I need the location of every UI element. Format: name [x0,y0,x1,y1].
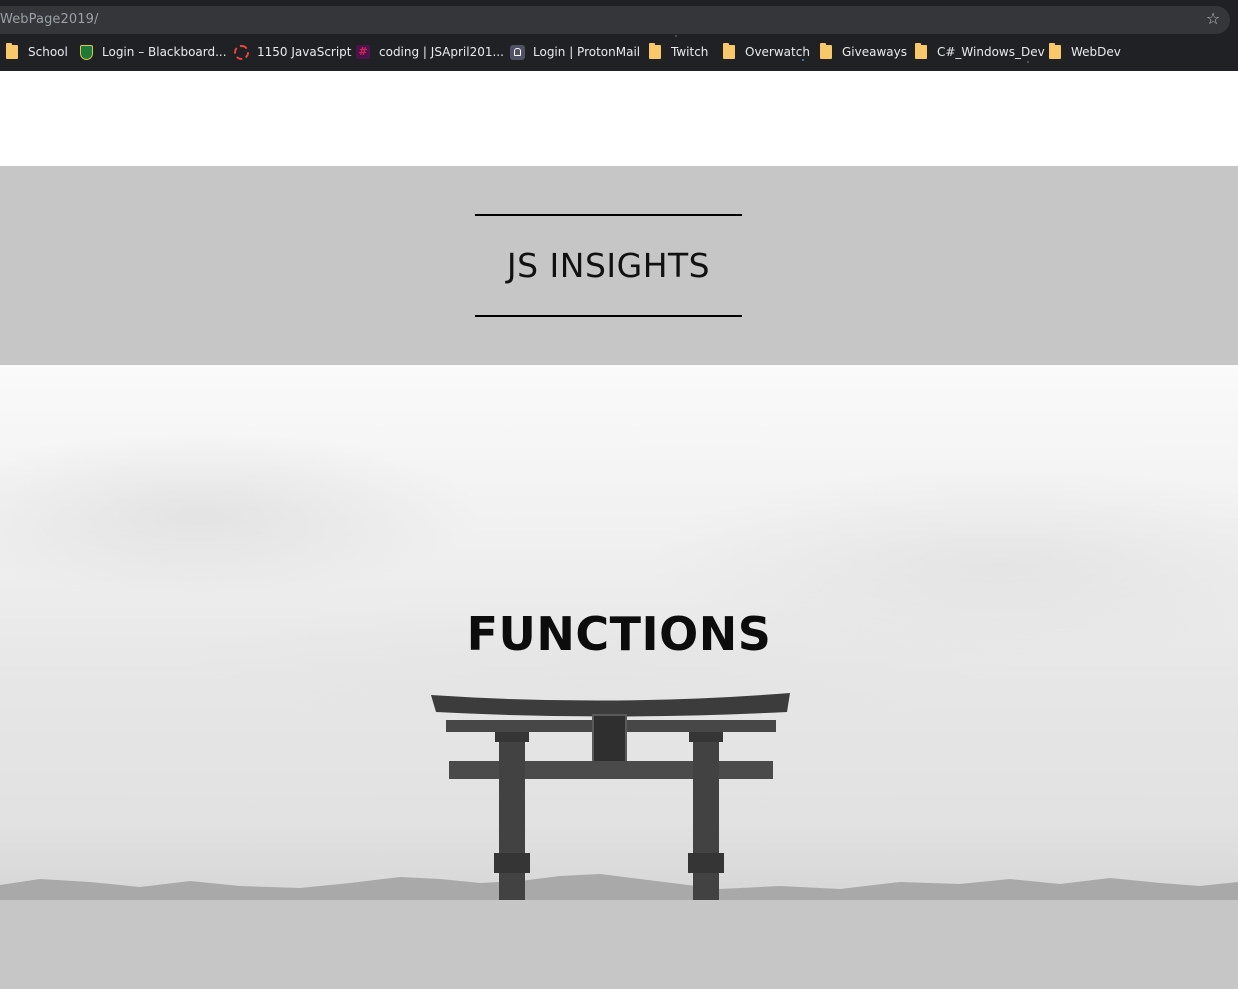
protonmail-lock-icon [509,44,525,60]
torii-lower-beam [449,761,773,779]
bookmark-protonmail[interactable]: Login | ProtonMail [509,40,640,64]
hero-title: FUNCTIONS [466,607,772,661]
mountain-silhouette [0,874,1238,900]
browser-chrome: WebPage2019/ ☆ School Login – Blackboard… [0,0,1238,71]
bookmark-school[interactable]: School [4,40,68,64]
bookmark-label: 1150 JavaScript [257,45,352,59]
folder-icon [647,43,663,60]
folder-icon [818,43,834,60]
bookmark-webdev[interactable]: WebDev [1047,40,1121,64]
bookmark-label: C#_Windows_Dev [937,45,1045,59]
section-band [0,900,1238,989]
blackboard-shield-icon [78,44,94,60]
bookmark-label: Login | ProtonMail [533,45,641,59]
bookmark-giveaways[interactable]: Giveaways [818,40,907,64]
folder-icon [1047,43,1063,60]
bookmark-label: School [28,45,68,59]
site-header: JS INSIGHTS [0,166,1238,365]
bookmark-star-icon[interactable]: ☆ [1204,10,1222,28]
torii-right-pillar [693,732,719,900]
address-bar-url[interactable]: WebPage2019/ [0,12,98,27]
bookmark-label: WebDev [1071,45,1121,59]
torii-right-pillar-base [688,853,724,873]
site-title: JS INSIGHTS [506,246,711,285]
torii-left-pillar [499,732,525,900]
folder-icon [4,43,20,60]
top-spacer [0,71,1238,166]
torii-right-pillar-cap [689,732,723,742]
red-ring-icon [233,44,249,60]
site-title-frame: JS INSIGHTS [475,214,742,317]
bookmark-label: Giveaways [842,45,907,59]
folder-icon [913,43,929,60]
bookmark-twitch[interactable]: Twitch [647,40,708,64]
bookmark-label: Overwatch [745,45,810,59]
bookmark-label: Twitch [671,45,709,59]
bookmark-csharp-windows-dev[interactable]: C#_Windows_Dev [913,40,1045,64]
bookmarks-bar: School Login – Blackboard... 1150 JavaSc… [0,38,1238,66]
bookmark-blackboard[interactable]: Login – Blackboard... [78,40,227,64]
torii-plaque [592,714,627,768]
bookmark-label: Login – Blackboard... [102,45,227,59]
bookmark-label: coding | JSApril201... [379,45,504,59]
slack-icon: # [355,44,371,60]
bookmark-slack-coding[interactable]: # coding | JSApril201... [355,40,504,64]
hero-section: FUNCTIONS [0,365,1238,900]
address-bar[interactable] [0,6,1230,34]
bookmark-overwatch[interactable]: Overwatch [721,40,810,64]
bookmark-1150-javascript[interactable]: 1150 JavaScript [233,40,352,64]
torii-left-pillar-cap [495,732,529,742]
folder-icon [721,43,737,60]
torii-left-pillar-base [494,853,530,873]
torii-top-beam [431,693,790,717]
